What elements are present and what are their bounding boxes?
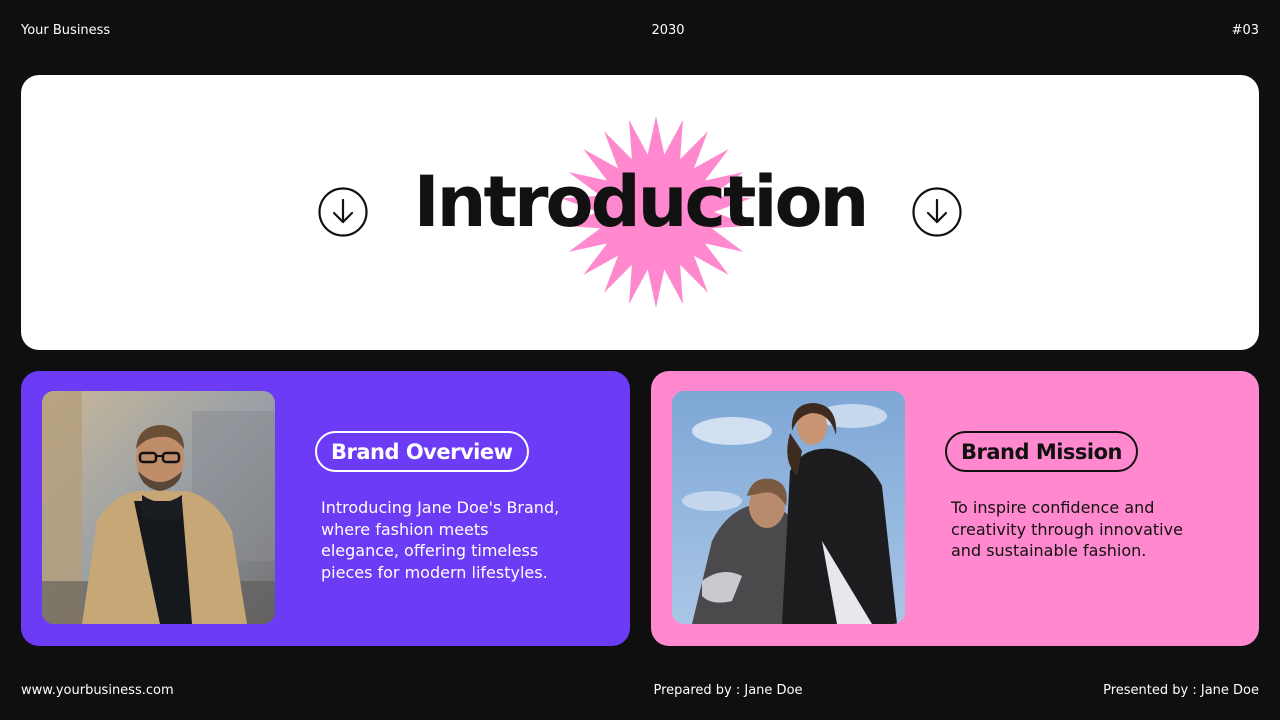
prepared-by: Prepared by : Jane Doe bbox=[653, 682, 803, 698]
business-name: Your Business bbox=[21, 22, 111, 38]
website-link[interactable]: www.yourbusiness.com bbox=[21, 683, 174, 698]
brand-overview-card: Brand Overview Introducing Jane Doe's Br… bbox=[21, 371, 630, 646]
two-women-against-sky-photo bbox=[672, 391, 905, 624]
page-title: Introduction bbox=[413, 161, 870, 243]
page-number: #03 bbox=[1231, 22, 1259, 38]
brand-overview-label: Brand Overview bbox=[315, 431, 529, 472]
presented-by: Presented by : Jane Doe bbox=[1103, 682, 1259, 698]
man-in-camel-coat-photo bbox=[42, 391, 275, 624]
bottom-bar: www.yourbusiness.com Prepared by : Jane … bbox=[21, 681, 1259, 699]
brand-mission-card: Brand Mission To inspire confidence and … bbox=[651, 371, 1259, 646]
brand-mission-text: To inspire confidence and creativity thr… bbox=[951, 498, 1183, 560]
top-bar: Your Business 2030 #03 bbox=[21, 21, 1259, 39]
brand-mission-label: Brand Mission bbox=[945, 431, 1138, 472]
brand-overview-text: Introducing Jane Doe's Brand, where fash… bbox=[321, 498, 560, 582]
arrow-down-circle-icon[interactable] bbox=[912, 187, 962, 237]
introduction-card: Introduction bbox=[21, 75, 1259, 350]
year-label: 2030 bbox=[651, 22, 685, 38]
